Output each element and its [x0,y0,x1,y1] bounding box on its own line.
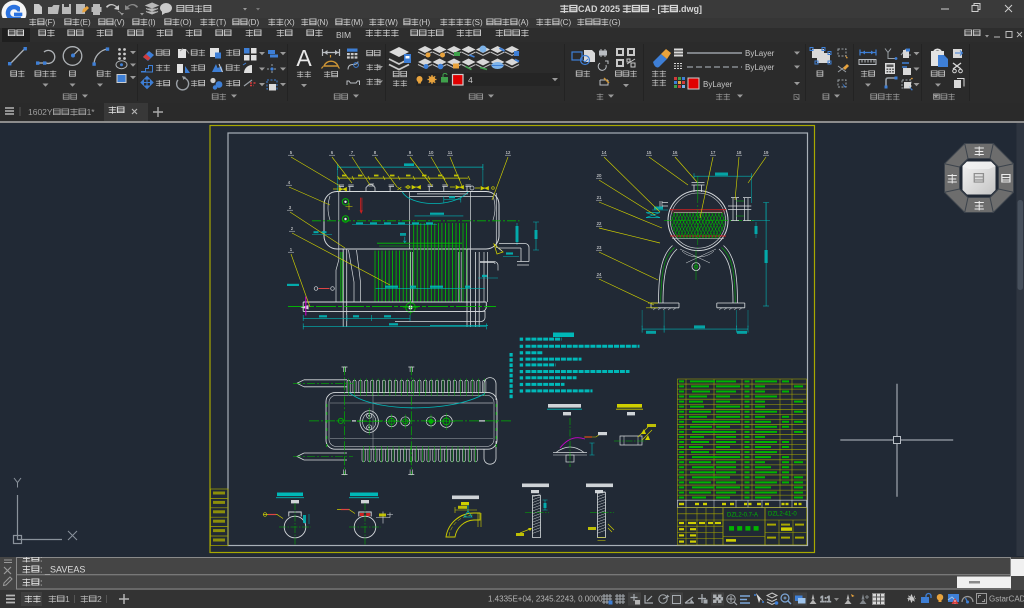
svg-text:北: 北 [974,147,985,157]
svg-text:DZL2-0.7-A: DZL2-0.7-A [727,513,758,519]
svg-text:1: 1 [290,247,293,252]
svg-text:东: 东 [1001,175,1012,185]
svg-text:22: 22 [597,221,602,226]
svg-text:3: 3 [289,205,292,210]
svg-text:11: 11 [448,150,453,155]
svg-text:17: 17 [711,150,716,155]
svg-text:上: 上 [973,173,985,185]
svg-text:7: 7 [351,150,354,155]
svg-text:命令: _SAVEAS: 命令: _SAVEAS [22,566,85,575]
svg-text:6: 6 [331,150,334,155]
svg-text:19: 19 [764,150,769,155]
svg-text:南: 南 [974,202,985,212]
svg-text:14: 14 [602,150,607,155]
svg-text:16: 16 [673,150,678,155]
svg-text:23: 23 [597,245,602,250]
svg-text:8: 8 [374,150,377,155]
svg-text:1.4335E+04, 2345.2243, 0.0000: 1.4335E+04, 2345.2243, 0.0000 [488,595,603,604]
svg-text:21: 21 [597,195,602,200]
svg-text:5: 5 [290,150,293,155]
svg-text:18: 18 [737,150,742,155]
svg-text:GstarCAD: GstarCAD [989,595,1024,604]
svg-text:西: 西 [947,175,958,185]
svg-text:2: 2 [291,226,294,231]
svg-text:1:1: 1:1 [820,595,832,604]
svg-text:模型: 模型 [24,595,42,604]
svg-text:15: 15 [647,150,652,155]
svg-text:12: 12 [506,150,511,155]
svg-text:20: 20 [597,173,602,178]
svg-text:布局2: 布局2 [80,595,102,604]
svg-text:命令:: 命令: [22,557,43,564]
svg-text:4: 4 [288,180,291,185]
svg-text:布局1: 布局1 [48,595,70,604]
svg-text:命令:: 命令: [22,579,43,588]
svg-text:10: 10 [429,150,434,155]
svg-text:9: 9 [409,150,412,155]
svg-text:DZL2-41-0: DZL2-41-0 [768,512,797,518]
svg-text:24: 24 [597,272,602,277]
